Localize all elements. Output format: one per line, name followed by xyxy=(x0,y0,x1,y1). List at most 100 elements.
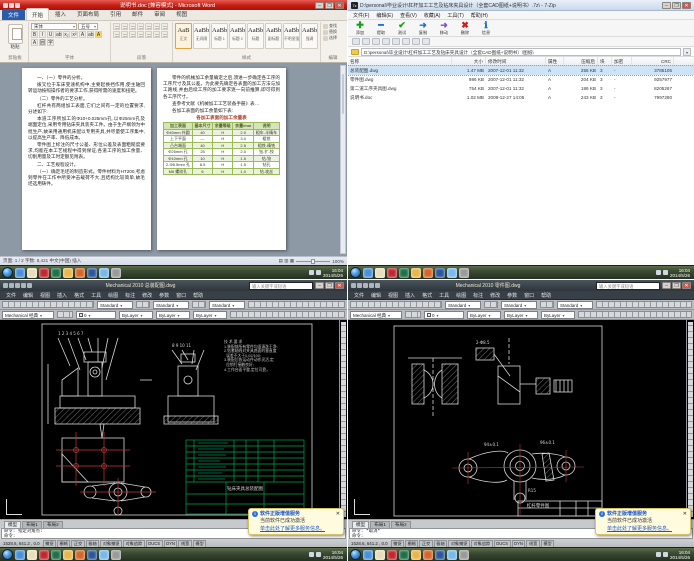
style-card[interactable]: AaBbC 无间隔 xyxy=(193,23,210,49)
cad-titlebar[interactable]: Mechanical 2010 总装配图.dwg 输入关键字或短语 –❐✕ xyxy=(0,280,347,291)
shading-icon[interactable] xyxy=(129,31,136,38)
taskbar-app-icon[interactable] xyxy=(447,268,457,278)
undo-icon[interactable] xyxy=(9,3,14,8)
taskbar-app-icon[interactable] xyxy=(99,268,109,278)
menu-item[interactable]: 文件 xyxy=(3,292,19,299)
table-style-combo[interactable]: Standard xyxy=(209,301,245,309)
menu-item[interactable]: 工具 xyxy=(436,292,452,299)
menu-item[interactable]: 帮助 xyxy=(538,292,554,299)
word-window-buttons[interactable]: –❐✕ xyxy=(315,2,344,9)
taskbar-app-icon[interactable] xyxy=(99,550,109,560)
toolbar-icons[interactable] xyxy=(230,311,345,318)
close-button[interactable]: ✕ xyxy=(682,282,691,289)
align-left-icon[interactable] xyxy=(145,23,152,30)
clock[interactable]: 16:042014/5/26 xyxy=(670,268,692,278)
save-icon[interactable] xyxy=(363,283,368,288)
col-size[interactable]: 大小 xyxy=(452,57,486,65)
menu-item[interactable]: 插入 xyxy=(402,292,418,299)
cad-drawing-canvas[interactable]: 钻床夹具总装配图 1 2 3 4 5 6 7 8 9 10 11 技 术 要 求… xyxy=(0,320,347,519)
table-style-combo[interactable]: Standard xyxy=(557,301,593,309)
taskbar-app-icon[interactable] xyxy=(387,268,397,278)
address-path[interactable]: D:\personal\毕业设计\杠杆加工工艺及钻床夹具设计（全套CAD图纸+说… xyxy=(361,48,681,56)
menu-item[interactable]: 帮助(H) xyxy=(468,12,491,19)
font-format-button[interactable]: B xyxy=(31,31,38,38)
tray-icon[interactable] xyxy=(663,552,668,557)
close-button[interactable]: ✕ xyxy=(335,282,344,289)
menu-item[interactable]: 文件 xyxy=(351,292,367,299)
menu-item[interactable]: 插入 xyxy=(54,292,70,299)
cad-quick-access-toolbar[interactable] xyxy=(3,283,32,288)
tray-icon[interactable] xyxy=(663,270,668,275)
save-icon[interactable] xyxy=(15,283,20,288)
taskbar-app-icon[interactable] xyxy=(423,268,433,278)
taskbar-app-icon[interactable] xyxy=(399,550,409,560)
cad-quick-access-toolbar[interactable] xyxy=(351,283,380,288)
sort-icon[interactable] xyxy=(137,23,144,30)
ribbon-tab[interactable]: 开始 xyxy=(26,8,49,20)
start-button[interactable] xyxy=(2,267,13,278)
taskbar-app-icon[interactable] xyxy=(363,268,373,278)
taskbar-app-icon[interactable] xyxy=(375,268,385,278)
toolbar-icons[interactable] xyxy=(540,301,554,308)
toolbar-icons[interactable] xyxy=(596,301,692,308)
taskbar-app-icon[interactable] xyxy=(27,550,37,560)
bullets-icon[interactable] xyxy=(113,23,120,30)
lineweight-combo[interactable]: ByLayer xyxy=(193,311,227,319)
tray-icon[interactable] xyxy=(316,552,321,557)
menu-item[interactable]: 格式 xyxy=(419,292,435,299)
taskbar-app-icon[interactable] xyxy=(87,268,97,278)
word-document-area[interactable]: 一、（一）零件的分析。拨叉位于车床变速机构中,主要起换挡作用,使主轴回转运动按照… xyxy=(0,63,347,256)
font-format-button[interactable]: A xyxy=(79,31,86,38)
menu-item[interactable]: 绘图 xyxy=(453,292,469,299)
align-right-icon[interactable] xyxy=(161,23,168,30)
menu-item[interactable]: 编辑 xyxy=(20,292,36,299)
menu-item[interactable]: 收藏(A) xyxy=(421,12,444,19)
font-toolbar[interactable]: BIUabx₂x²AabAA囲字 xyxy=(31,31,107,46)
numbering-icon[interactable] xyxy=(121,23,128,30)
view-icon[interactable] xyxy=(422,38,430,45)
font-format-button[interactable]: I xyxy=(39,31,46,38)
balloon-close-icon[interactable]: ✕ xyxy=(336,511,340,518)
taskbar-app-icon[interactable] xyxy=(63,550,73,560)
col-packed[interactable]: 压缩后 xyxy=(564,57,598,65)
layer-toolbar-icons[interactable] xyxy=(57,311,73,318)
docked-toolbars-right[interactable] xyxy=(339,320,347,519)
dim-style-combo[interactable]: Standard xyxy=(153,301,189,309)
address-dropdown[interactable]: ▾ xyxy=(683,48,691,56)
font-format-button[interactable]: x₂ xyxy=(63,31,70,38)
toolbar-icons[interactable] xyxy=(192,301,206,308)
align-center-icon[interactable] xyxy=(153,23,160,30)
taskbar-app-icon[interactable] xyxy=(111,268,121,278)
tray-icon[interactable] xyxy=(309,270,314,275)
undo-icon[interactable] xyxy=(375,283,380,288)
tray-icon[interactable] xyxy=(309,552,314,557)
clock[interactable]: 16:042014/5/26 xyxy=(670,550,692,560)
clock[interactable]: 16:042014/5/26 xyxy=(323,268,345,278)
taskbar-app-icon[interactable] xyxy=(75,268,85,278)
layout-tab[interactable]: 布局1 xyxy=(22,521,42,528)
text-style-combo[interactable]: Standard xyxy=(97,301,133,309)
notification-balloon[interactable]: i软件正版增值服务✕ 当前软件已成功激活 单击此处了解更多服务信息。 xyxy=(595,508,691,536)
file-row[interactable]: 说明书.doc1.02 MB2008-12-27 14:05A243 KB3-7… xyxy=(348,93,694,102)
undo-icon[interactable] xyxy=(27,283,32,288)
menu-item[interactable]: 视图 xyxy=(385,292,401,299)
menu-item[interactable]: 标注 xyxy=(470,292,486,299)
tray-icon[interactable] xyxy=(316,270,321,275)
document-page-2[interactable]: 零件的机械加工余量确定之后,须进一步确定各工序的工序尺寸及其公差。为此要先确定各… xyxy=(157,68,286,250)
menu-item[interactable]: 帮助 xyxy=(190,292,206,299)
col-encrypted[interactable]: 加密 xyxy=(612,57,632,65)
layout-tab[interactable]: 布局1 xyxy=(370,521,390,528)
minimize-button[interactable]: – xyxy=(662,2,671,9)
open-icon[interactable] xyxy=(357,283,362,288)
font-format-button[interactable]: ab xyxy=(87,31,94,38)
menu-item[interactable]: 查看(V) xyxy=(397,12,420,19)
col-crc[interactable]: CRC xyxy=(632,57,674,65)
taskbar-app-icon[interactable] xyxy=(15,268,25,278)
style-card[interactable]: AaBbC 不明显强调 xyxy=(283,23,300,49)
toolbar-button[interactable]: ✖ 删除 xyxy=(457,20,473,36)
ribbon-tab[interactable]: 插入 xyxy=(50,8,71,20)
menu-item[interactable]: 标注 xyxy=(122,292,138,299)
justify-icon[interactable] xyxy=(113,31,120,38)
style-card[interactable]: AaBbC 强调 xyxy=(301,23,318,49)
tab-file[interactable]: 文件 xyxy=(2,9,25,20)
